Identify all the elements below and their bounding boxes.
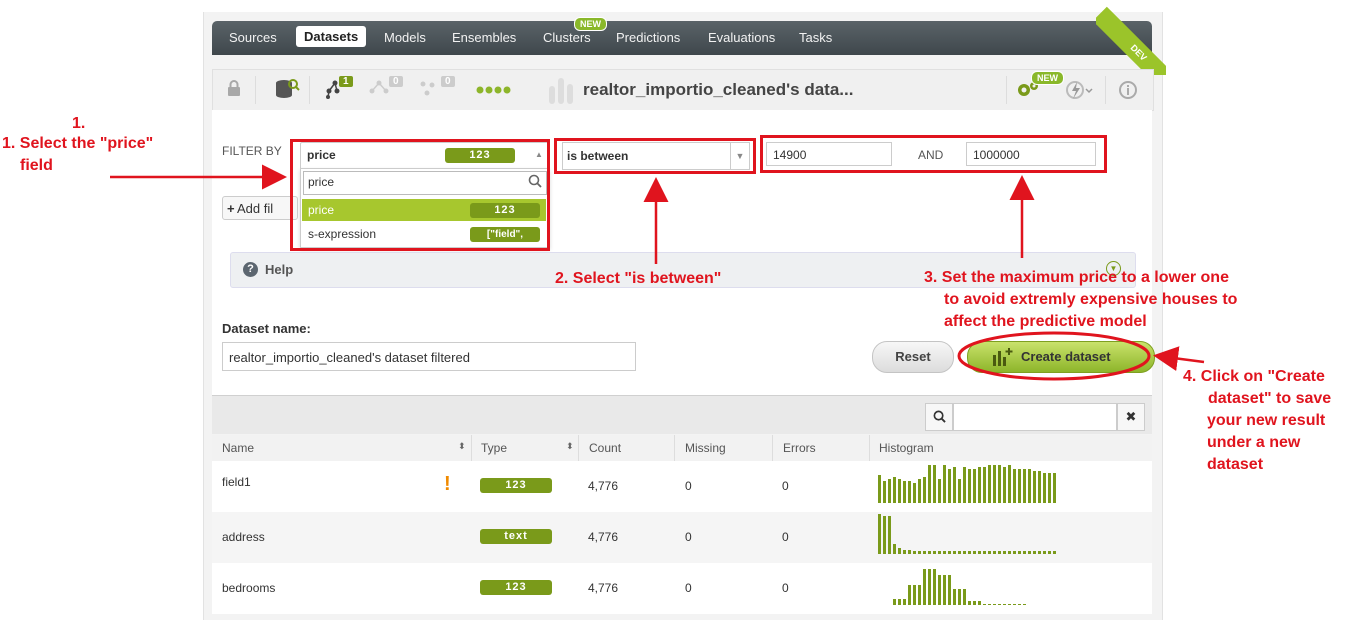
annotation-step2: 2. Select "is between" [555,270,722,287]
annotation-step4: 4. Click on "Create [1183,368,1325,385]
annotation-step3-cont1: to avoid extremly expensive houses to [944,291,1238,308]
annotation-step4-cont1: dataset" to save [1208,390,1332,407]
annotation-step4-cont2: your new result [1207,412,1326,429]
annotation-step4-cont4: dataset [1207,456,1264,473]
annotation-step1-number: 1. [72,115,86,132]
annotation-step4-cont3: under a new [1207,434,1301,451]
annotation-step3-cont2: affect the predictive model [944,313,1147,330]
annotation-step1: 1. Select the "price" [2,135,154,152]
annotation-step3: 3. Set the maximum price to a lower one [924,269,1229,286]
annotation-step1-cont: field [20,157,53,174]
